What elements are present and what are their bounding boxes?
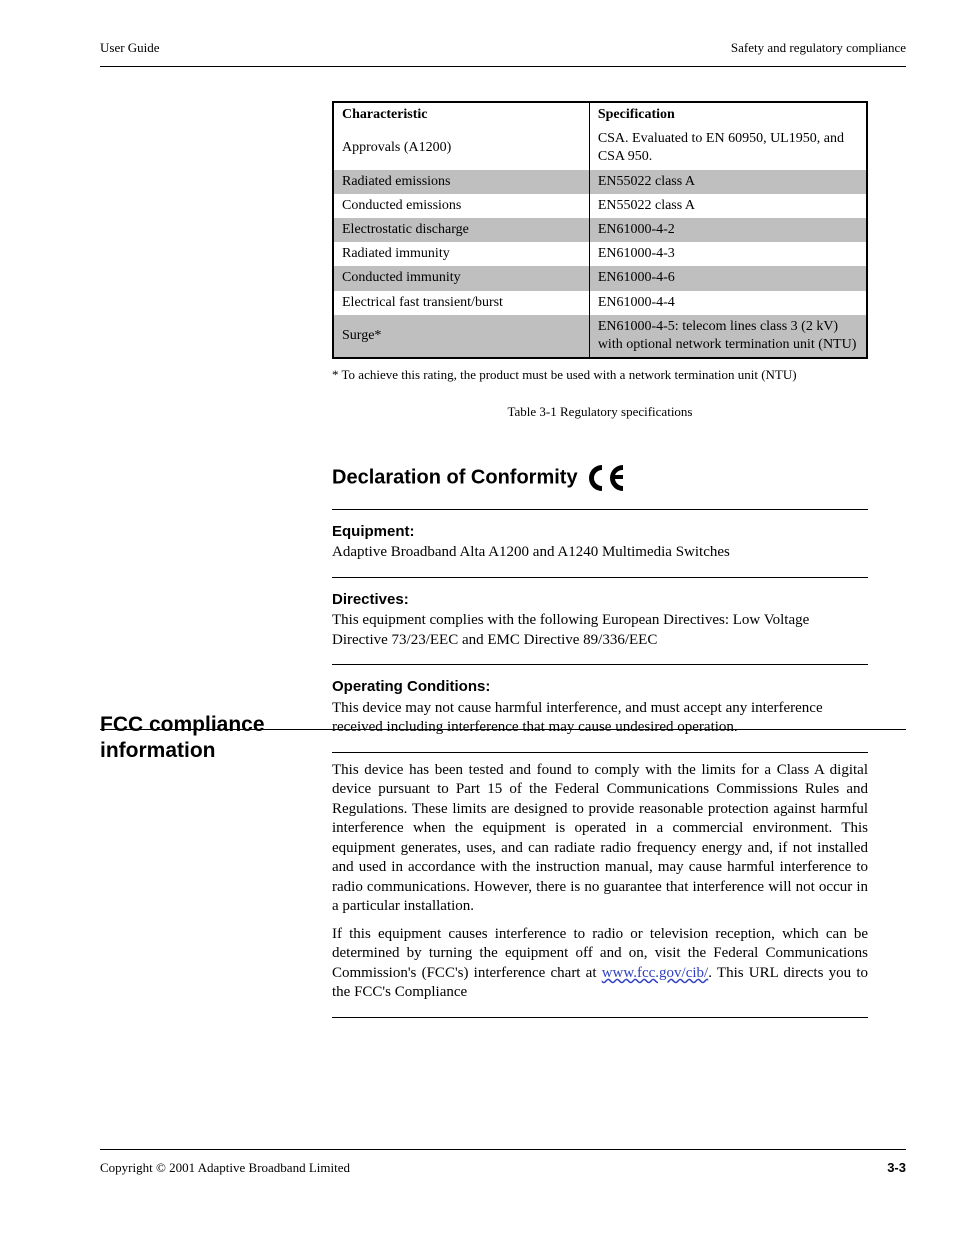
table-cell: EN61000-4-3 <box>589 242 867 266</box>
fcc-left-heading: FCC compliance information <box>100 712 300 765</box>
opconditions-value: This device may not cause harmful interf… <box>332 699 868 738</box>
page-header: User Guide Safety and regulatory complia… <box>100 36 906 67</box>
table-row: Surge*EN61000-4-5: telecom lines class 3… <box>333 315 867 358</box>
table-cell: EN61000-4-4 <box>589 291 867 315</box>
directives-label: Directives: <box>332 590 868 610</box>
header-left-text: User Guide <box>100 40 160 57</box>
fcc-body2: If this equipment causes interference to… <box>332 925 868 1003</box>
spec-footnote: * To achieve this rating, the product mu… <box>332 367 868 384</box>
spec-th-specification: Specification <box>589 102 867 127</box>
table-cell: Approvals (A1200) <box>333 127 589 169</box>
opconditions-label: Operating Conditions: <box>332 677 868 697</box>
table-cell: EN61000-4-5: telecom lines class 3 (2 kV… <box>589 315 867 358</box>
page-footer: Copyright © 2001 Adaptive Broadband Limi… <box>100 1149 906 1177</box>
table-cell: Conducted immunity <box>333 266 589 290</box>
table-row: Conducted immunityEN61000-4-6 <box>333 266 867 290</box>
table-row: Electrical fast transient/burstEN61000-4… <box>333 291 867 315</box>
table-cell: CSA. Evaluated to EN 60950, UL1950, and … <box>589 127 867 169</box>
footer-copyright: Copyright © 2001 Adaptive Broadband Limi… <box>100 1160 350 1175</box>
equipment-value: Adaptive Broadband Alta A1200 and A1240 … <box>332 543 868 563</box>
ce-mark-icon <box>585 461 627 495</box>
table-cell: EN55022 class A <box>589 170 867 194</box>
fcc-link[interactable]: www.fcc.gov/cib/ <box>602 965 709 981</box>
spec-th-characteristic: Characteristic <box>333 102 589 127</box>
equipment-label: Equipment: <box>332 522 868 542</box>
table-row: Conducted emissionsEN55022 class A <box>333 194 867 218</box>
header-right-text: Safety and regulatory compliance <box>731 40 906 57</box>
spec-caption: Table 3-1 Regulatory specifications <box>332 404 868 421</box>
declaration-heading: Declaration of Conformity <box>332 461 868 495</box>
table-cell: Electrical fast transient/burst <box>333 291 589 315</box>
table-cell: EN61000-4-6 <box>589 266 867 290</box>
table-cell: Electrostatic discharge <box>333 218 589 242</box>
table-row: Electrostatic dischargeEN61000-4-2 <box>333 218 867 242</box>
table-cell: Radiated immunity <box>333 242 589 266</box>
footer-page: 3-3 <box>887 1160 906 1177</box>
fcc-body1: This device has been tested and found to… <box>332 761 868 917</box>
declaration-heading-text: Declaration of Conformity <box>332 466 578 488</box>
table-cell: EN55022 class A <box>589 194 867 218</box>
table-cell: Radiated emissions <box>333 170 589 194</box>
table-cell: Surge* <box>333 315 589 358</box>
spec-table: Characteristic Specification Approvals (… <box>332 101 868 359</box>
table-row: Approvals (A1200)CSA. Evaluated to EN 60… <box>333 127 867 169</box>
directives-value: This equipment complies with the followi… <box>332 611 868 650</box>
table-cell: Conducted emissions <box>333 194 589 218</box>
table-row: Radiated immunityEN61000-4-3 <box>333 242 867 266</box>
fcc-divider <box>100 729 906 730</box>
table-cell: EN61000-4-2 <box>589 218 867 242</box>
table-row: Radiated emissionsEN55022 class A <box>333 170 867 194</box>
